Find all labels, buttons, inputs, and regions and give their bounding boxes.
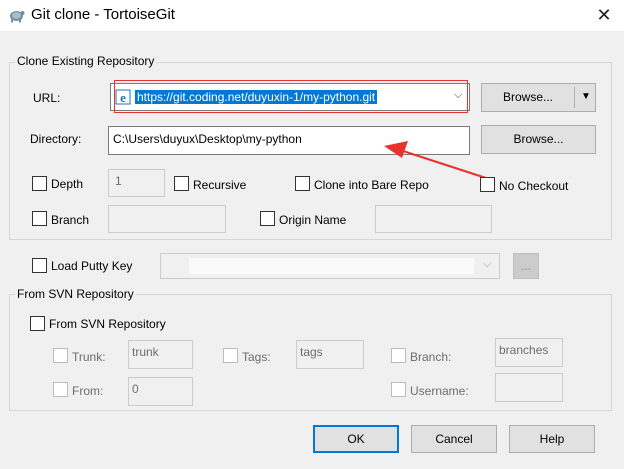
tags-checkbox[interactable] (223, 348, 238, 363)
branch-input[interactable] (108, 205, 226, 233)
svn-branch-input[interactable]: branches (495, 338, 563, 367)
username-input[interactable] (495, 373, 563, 402)
tags-input[interactable]: tags (296, 340, 364, 369)
putty-browse-button[interactable]: ... (513, 253, 539, 279)
tortoisegit-logo-icon (10, 11, 25, 23)
no-checkout-checkbox[interactable] (480, 177, 495, 192)
trunk-checkbox[interactable] (53, 348, 68, 363)
origin-name-input[interactable] (375, 205, 492, 233)
help-button[interactable]: Help (509, 425, 595, 453)
tags-label: Tags: (242, 350, 271, 364)
split-dropdown-arrow-icon[interactable]: ▼ (578, 84, 594, 110)
svn-branch-checkbox[interactable] (391, 348, 406, 363)
title-bar: Git clone - TortoiseGit ✕ (0, 0, 624, 31)
close-icon[interactable]: ✕ (591, 3, 617, 27)
browse-directory-button[interactable]: Browse... (481, 125, 596, 154)
from-svn-checkbox[interactable] (30, 316, 45, 331)
trunk-label: Trunk: (72, 350, 106, 364)
cancel-button[interactable]: Cancel (411, 425, 497, 453)
username-label: Username: (410, 384, 469, 398)
load-putty-key-label: Load Putty Key (51, 259, 133, 273)
directory-input[interactable]: C:\Users\duyux\Desktop\my-python (108, 126, 470, 155)
no-checkout-label: No Checkout (499, 179, 569, 193)
from-svn-label: From SVN Repository (49, 317, 166, 331)
svn-branch-label: Branch: (410, 350, 452, 364)
origin-name-checkbox[interactable] (260, 211, 275, 226)
load-putty-key-checkbox[interactable] (32, 258, 47, 273)
username-checkbox[interactable] (391, 382, 406, 397)
ok-button[interactable]: OK (313, 425, 399, 453)
branch-checkbox[interactable] (32, 211, 47, 226)
browse-url-button[interactable]: Browse... ▼ (481, 83, 596, 112)
clone-group-label: Clone Existing Repository (15, 54, 157, 68)
trunk-input[interactable]: trunk (128, 340, 193, 369)
origin-name-label: Origin Name (279, 213, 347, 227)
directory-label: Directory: (30, 132, 82, 146)
depth-label: Depth (51, 177, 84, 191)
bare-repo-label: Clone into Bare Repo (314, 178, 429, 192)
url-annotation-box (114, 80, 468, 113)
from-checkbox[interactable] (53, 382, 68, 397)
branch-label: Branch (51, 213, 90, 227)
chevron-down-icon[interactable]: ⌵ (483, 258, 491, 271)
recursive-checkbox[interactable] (174, 176, 189, 191)
bare-repo-checkbox[interactable] (295, 176, 310, 191)
url-label: URL: (33, 91, 61, 105)
svn-group-label: From SVN Repository (15, 287, 136, 301)
from-label: From: (72, 384, 104, 398)
putty-key-combobox[interactable]: ⌵ (160, 253, 500, 279)
depth-input[interactable]: 1 (108, 169, 165, 197)
from-input[interactable]: 0 (128, 377, 193, 406)
window-title: Git clone - TortoiseGit (31, 6, 175, 23)
depth-checkbox[interactable] (32, 176, 47, 191)
recursive-label: Recursive (193, 178, 247, 192)
